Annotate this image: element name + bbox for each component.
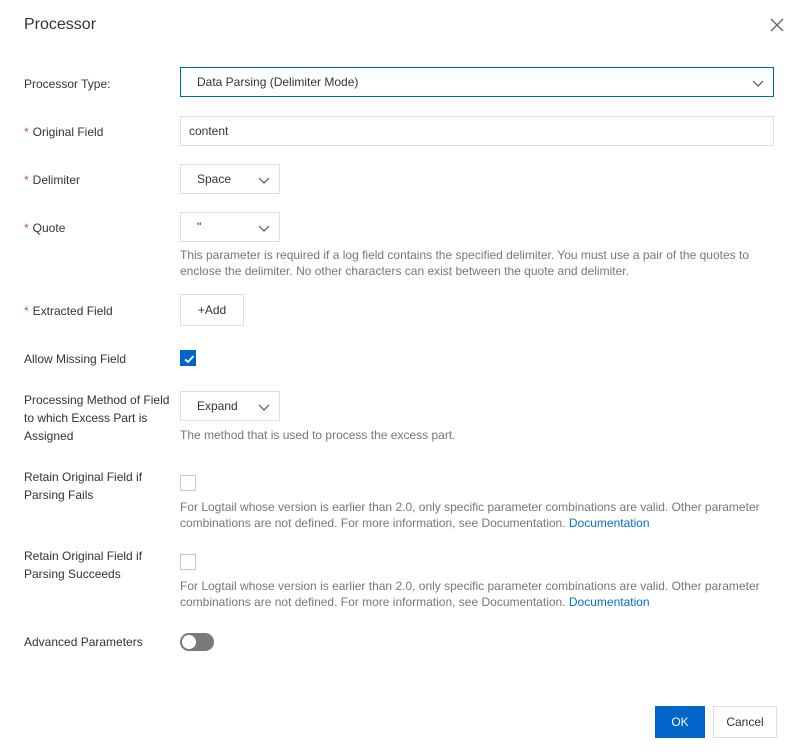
- delimiter-label: * Delimiter: [24, 171, 80, 189]
- documentation-link[interactable]: Documentation: [569, 595, 650, 609]
- add-extracted-field-button[interactable]: +Add: [180, 294, 244, 326]
- quote-help-text: This parameter is required if a log fiel…: [180, 248, 749, 278]
- required-marker: *: [24, 125, 29, 139]
- original-field-label: * Original Field: [24, 123, 103, 141]
- quote-label-text: Quote: [32, 221, 66, 235]
- delimiter-select[interactable]: Space: [180, 164, 280, 194]
- extracted-field-label: * Extracted Field: [24, 302, 113, 320]
- toggle-knob: [182, 635, 196, 649]
- retain-if-fails-checkbox[interactable]: [180, 475, 196, 491]
- dialog-title: Processor: [24, 16, 97, 33]
- quote-select[interactable]: ": [180, 212, 280, 242]
- allow-missing-field-checkbox[interactable]: [180, 350, 196, 366]
- processor-type-value: Data Parsing (Delimiter Mode): [197, 75, 359, 89]
- retain-if-fails-label: Retain Original Field if Parsing Fails: [24, 470, 143, 502]
- advanced-parameters-label: Advanced Parameters: [24, 635, 143, 649]
- delimiter-label-text: Delimiter: [32, 173, 81, 187]
- required-marker: *: [24, 221, 29, 235]
- documentation-link[interactable]: Documentation: [569, 516, 650, 530]
- retain-if-succeeds-checkbox[interactable]: [180, 554, 196, 570]
- allow-missing-field-label: Allow Missing Field: [24, 352, 127, 366]
- processing-method-help-text: The method that is used to process the e…: [180, 428, 456, 442]
- processor-type-label: Processor Type:: [24, 77, 111, 91]
- retain-if-fails-help-body: For Logtail whose version is earlier tha…: [180, 500, 760, 530]
- chevron-down-icon: [752, 80, 764, 87]
- retain-if-succeeds-label: Retain Original Field if Parsing Succeed…: [24, 549, 143, 581]
- original-field-input[interactable]: content: [180, 116, 774, 146]
- processing-method-select[interactable]: Expand: [180, 391, 280, 421]
- processor-dialog: Processor Processor Type: Data Parsing (…: [0, 0, 797, 754]
- required-marker: *: [24, 173, 29, 187]
- retain-if-succeeds-help-text: For Logtail whose version is earlier tha…: [180, 578, 774, 610]
- chevron-down-icon: [258, 177, 270, 184]
- retain-if-fails-help-text: For Logtail whose version is earlier tha…: [180, 499, 774, 531]
- required-marker: *: [24, 304, 29, 318]
- advanced-parameters-toggle[interactable]: [180, 633, 214, 651]
- quote-label: * Quote: [24, 219, 65, 237]
- chevron-down-icon: [258, 225, 270, 232]
- close-icon[interactable]: [768, 16, 786, 34]
- extracted-field-label-text: Extracted Field: [32, 304, 113, 318]
- check-icon: [184, 355, 195, 364]
- original-field-label-text: Original Field: [32, 125, 104, 139]
- retain-if-succeeds-help-body: For Logtail whose version is earlier tha…: [180, 579, 760, 609]
- processing-method-label: Processing Method of Field to which Exce…: [24, 393, 170, 443]
- processor-type-select[interactable]: Data Parsing (Delimiter Mode): [180, 67, 774, 97]
- cancel-button[interactable]: Cancel: [713, 706, 777, 738]
- ok-button[interactable]: OK: [655, 706, 705, 738]
- chevron-down-icon: [258, 404, 270, 411]
